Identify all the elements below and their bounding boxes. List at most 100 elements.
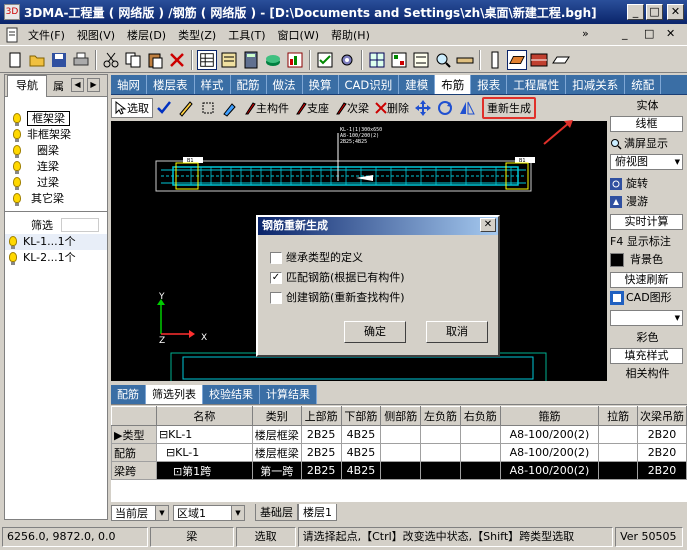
- tree-item-lintel[interactable]: 过梁: [5, 175, 107, 191]
- move-icon[interactable]: [413, 98, 433, 118]
- cell-name[interactable]: ⊟KL-1: [155, 425, 253, 444]
- tab-floor-table[interactable]: 楼层表: [147, 75, 195, 94]
- color-mode-label[interactable]: 彩色: [610, 330, 685, 346]
- select-tool-button[interactable]: 选取: [111, 98, 153, 118]
- slab-icon[interactable]: [551, 50, 571, 70]
- calculator-icon[interactable]: [241, 50, 261, 70]
- mirror-icon[interactable]: [457, 98, 477, 118]
- column-header[interactable]: 上部筋: [300, 406, 342, 426]
- tab-scroll-right-button[interactable]: ▶: [87, 78, 100, 92]
- tab-navigation[interactable]: 导航: [7, 75, 47, 97]
- cell-bottom-rebar[interactable]: 4B25: [340, 443, 382, 462]
- tab-project-properties[interactable]: 工程属性: [507, 75, 567, 94]
- wall-icon[interactable]: [529, 50, 549, 70]
- mdi-maximize-button[interactable]: □: [644, 27, 654, 40]
- menu-help[interactable]: 帮助(H): [325, 27, 376, 43]
- crop-icon[interactable]: [198, 98, 218, 118]
- cell-stirrup[interactable]: A8-100/200(2): [499, 425, 600, 444]
- create-rebar-checkbox[interactable]: 创建钢筋(重新查找构件): [270, 291, 405, 305]
- column-header[interactable]: 箍筋: [499, 406, 600, 426]
- cell-side-rebar[interactable]: [380, 461, 422, 480]
- cell-left-neg[interactable]: [420, 461, 461, 480]
- regenerate-button[interactable]: 重新生成: [482, 97, 536, 119]
- pen-icon[interactable]: [176, 98, 196, 118]
- cad-select[interactable]: ▼: [610, 310, 683, 326]
- tab-calc-results[interactable]: 计算结果: [260, 385, 317, 404]
- mdi-minimize-button[interactable]: _: [622, 27, 628, 40]
- paste-icon[interactable]: [145, 50, 165, 70]
- tab-cad-recognition[interactable]: CAD识别: [339, 75, 400, 94]
- fullscreen-button[interactable]: 满屏显示: [610, 136, 685, 152]
- table-row[interactable]: ▶类型 ⊟KL-1 楼层框梁 2B25 4B25 A8-100/200(2) 2…: [111, 425, 687, 444]
- rotate-icon[interactable]: [435, 98, 455, 118]
- column-header[interactable]: 右负筋: [459, 406, 501, 426]
- quick-refresh-button[interactable]: 快速刷新: [610, 272, 683, 288]
- area-select[interactable]: 区域1 ▼: [173, 504, 245, 521]
- copy-icon[interactable]: [123, 50, 143, 70]
- entity-label[interactable]: 实体: [610, 98, 685, 114]
- cell-tie[interactable]: [598, 425, 638, 444]
- tab-method[interactable]: 做法: [267, 75, 303, 94]
- table-row-selected[interactable]: 梁跨 ⊡第1跨 第一跨 2B25 4B25 A8-100/200(2) 2B20: [111, 461, 687, 480]
- paint-icon[interactable]: [220, 98, 240, 118]
- support-button[interactable]: 支座: [292, 98, 332, 118]
- related-members-button[interactable]: 相关构件: [610, 366, 685, 382]
- current-floor-select[interactable]: 当前层 ▼: [111, 504, 169, 521]
- save-icon[interactable]: [49, 50, 69, 70]
- fill-style-button[interactable]: 填充样式: [610, 348, 683, 364]
- checkmark-icon[interactable]: [154, 98, 174, 118]
- floor-tab-foundation[interactable]: 基础层: [255, 504, 298, 521]
- cell-hanger[interactable]: 2B20: [636, 425, 687, 444]
- table-row[interactable]: 配筋 ⊟KL-1 楼层框梁 2B25 4B25 A8-100/200(2) 2B…: [111, 443, 687, 462]
- cancel-button[interactable]: 取消: [426, 321, 488, 343]
- realtime-calc-button[interactable]: 实时计算: [610, 214, 683, 230]
- cell-category[interactable]: 第一跨: [251, 461, 302, 480]
- column-icon[interactable]: [485, 50, 505, 70]
- grid-view-icon[interactable]: [367, 50, 387, 70]
- tab-filter-list[interactable]: 筛选列表: [146, 385, 203, 404]
- delete-x-icon[interactable]: [167, 50, 187, 70]
- roam-button[interactable]: 漫游: [610, 194, 685, 210]
- menu-type[interactable]: 类型(Z): [172, 27, 222, 43]
- cell-name[interactable]: ⊡第1跨: [155, 461, 253, 480]
- menu-tools[interactable]: 工具(T): [222, 27, 271, 43]
- tree-item-ring-beam[interactable]: 圈梁: [5, 143, 107, 159]
- align-icon[interactable]: [411, 50, 431, 70]
- ruler-icon[interactable]: [455, 50, 475, 70]
- cell-stirrup[interactable]: A8-100/200(2): [499, 443, 600, 462]
- cell-category[interactable]: 楼层框梁: [251, 425, 302, 444]
- table-grid-icon[interactable]: [197, 49, 217, 70]
- tab-modeling[interactable]: 建模: [399, 75, 436, 94]
- rotate-button[interactable]: 旋转: [610, 176, 685, 192]
- menu-window[interactable]: 窗口(W): [272, 27, 325, 43]
- filter-input[interactable]: [61, 218, 99, 232]
- cell-stirrup[interactable]: A8-100/200(2): [499, 461, 600, 480]
- column-header[interactable]: 下部筋: [340, 406, 382, 426]
- cell-bottom-rebar[interactable]: 4B25: [340, 461, 382, 480]
- cell-hanger[interactable]: 2B20: [636, 443, 687, 462]
- cell-hanger[interactable]: 2B20: [636, 461, 687, 480]
- cad-graph-button[interactable]: CAD图形: [610, 290, 685, 306]
- print-icon[interactable]: [71, 50, 91, 70]
- menu-view[interactable]: 视图(V): [71, 27, 121, 43]
- tab-unified[interactable]: 统配: [625, 75, 662, 94]
- menu-file[interactable]: 文件(F): [22, 27, 71, 43]
- ok-button[interactable]: 确定: [344, 321, 406, 343]
- tab-deduction[interactable]: 扣减关系: [566, 75, 626, 94]
- tab-axis[interactable]: 轴网: [111, 75, 147, 94]
- column-header[interactable]: 侧部筋: [380, 406, 422, 426]
- tab-rebar-layout[interactable]: 布筋: [435, 75, 472, 94]
- result-item-kl1[interactable]: KL-1...1个: [5, 234, 107, 250]
- view-select[interactable]: 俯视图 ▼: [610, 154, 683, 170]
- minimize-button[interactable]: _: [627, 4, 644, 20]
- cell-right-neg[interactable]: [459, 443, 501, 462]
- column-header[interactable]: 名称: [155, 406, 253, 426]
- check-icon[interactable]: [315, 50, 335, 70]
- cell-top-rebar[interactable]: 2B25: [300, 425, 342, 444]
- cut-icon[interactable]: [101, 50, 121, 70]
- layout-icon[interactable]: [389, 50, 409, 70]
- column-header[interactable]: 类别: [251, 406, 302, 426]
- cell-tie[interactable]: [598, 461, 638, 480]
- column-header[interactable]: 次梁吊筋: [636, 406, 687, 426]
- cell-left-neg[interactable]: [420, 425, 461, 444]
